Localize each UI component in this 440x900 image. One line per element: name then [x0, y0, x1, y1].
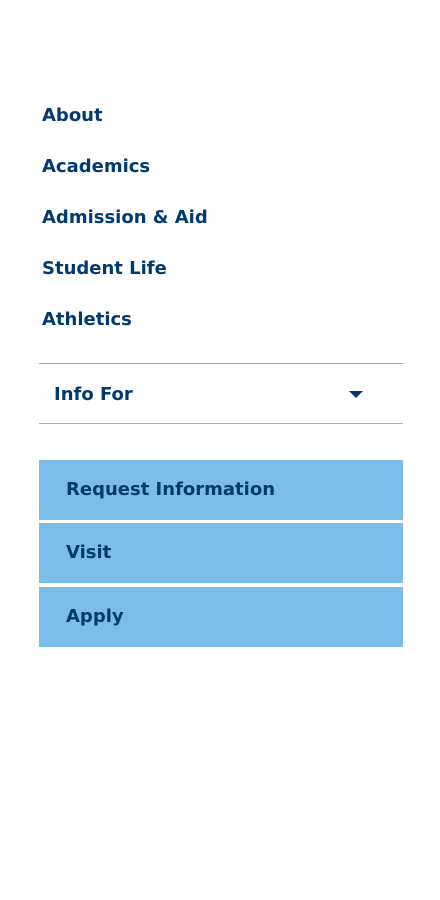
request-information-button[interactable]: Request Information	[39, 460, 403, 520]
info-for-dropdown[interactable]: Info For	[39, 363, 403, 424]
nav-item-student-life[interactable]: Student Life	[42, 253, 208, 304]
visit-button[interactable]: Visit	[39, 523, 403, 583]
nav-item-admission-aid[interactable]: Admission & Aid	[42, 202, 208, 253]
mobile-nav-menu: About Academics Admission & Aid Student …	[0, 0, 440, 900]
nav-item-athletics[interactable]: Athletics	[42, 304, 208, 355]
apply-label: Apply	[66, 606, 124, 627]
caret-down-icon	[349, 391, 363, 398]
apply-button[interactable]: Apply	[39, 587, 403, 647]
nav-item-about[interactable]: About	[42, 100, 208, 151]
request-information-label: Request Information	[66, 479, 276, 500]
info-for-label: Info For	[54, 384, 133, 405]
primary-nav: About Academics Admission & Aid Student …	[42, 100, 208, 355]
nav-item-academics[interactable]: Academics	[42, 151, 208, 202]
visit-label: Visit	[66, 542, 112, 563]
